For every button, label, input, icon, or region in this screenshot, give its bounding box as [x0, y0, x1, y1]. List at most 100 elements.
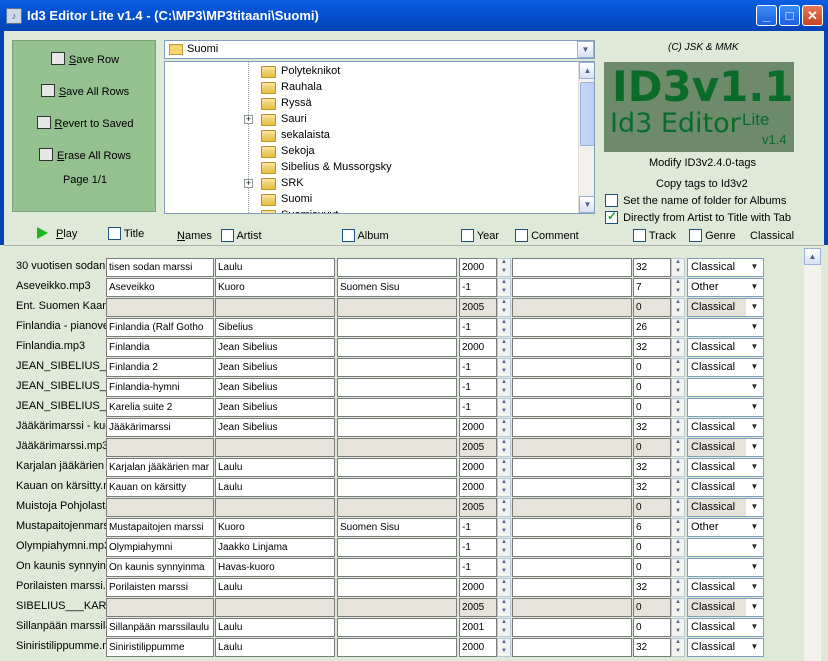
chevron-down-icon[interactable]: ▼: [746, 279, 763, 296]
copy-to-id3v2-link[interactable]: Copy tags to Id3v2: [656, 178, 748, 190]
artist-field[interactable]: Jaakko Linjama: [215, 538, 335, 557]
track-field[interactable]: 0: [633, 298, 671, 317]
album-field[interactable]: Suomen Sisu: [337, 518, 457, 537]
chevron-down-icon[interactable]: ▼: [746, 419, 763, 436]
genre-select[interactable]: Classical ▼: [687, 578, 764, 597]
artist-to-title-option[interactable]: Directly from Artist to Title with Tab: [605, 209, 791, 224]
chevron-down-icon[interactable]: ▼: [746, 539, 763, 556]
comment-field[interactable]: [512, 618, 632, 637]
album-checkbox[interactable]: [342, 229, 355, 242]
track-field[interactable]: 0: [633, 438, 671, 457]
comment-field[interactable]: [512, 318, 632, 337]
expand-icon[interactable]: +: [244, 115, 253, 124]
title-field[interactable]: Jääkärimarssi: [106, 418, 214, 437]
chevron-down-icon[interactable]: ▼: [746, 639, 763, 656]
album-field[interactable]: [337, 458, 457, 477]
year-spinner[interactable]: [497, 458, 511, 477]
artist-field[interactable]: [215, 598, 335, 617]
album-field[interactable]: [337, 598, 457, 617]
year-spinner[interactable]: [497, 258, 511, 277]
year-spinner[interactable]: [497, 638, 511, 657]
comment-checkbox[interactable]: [515, 229, 528, 242]
album-field[interactable]: [337, 378, 457, 397]
title-field[interactable]: Finlandia-hymni: [106, 378, 214, 397]
maximize-button[interactable]: □: [779, 5, 800, 26]
tree-item[interactable]: Sekoja: [165, 144, 577, 160]
album-field[interactable]: [337, 258, 457, 277]
track-spinner[interactable]: [671, 398, 685, 417]
title-field[interactable]: [106, 298, 214, 317]
genre-select[interactable]: Classical ▼: [687, 258, 764, 277]
chevron-down-icon[interactable]: ▼: [746, 319, 763, 336]
genre-checkbox[interactable]: [689, 229, 702, 242]
chevron-down-icon[interactable]: ▼: [746, 499, 763, 516]
chevron-down-icon[interactable]: ▼: [746, 459, 763, 476]
genre-select[interactable]: Classical ▼: [687, 438, 764, 457]
album-field[interactable]: [337, 398, 457, 417]
year-field[interactable]: 2000: [459, 418, 497, 437]
album-field[interactable]: [337, 618, 457, 637]
title-checkbox[interactable]: [108, 227, 121, 240]
artist-field[interactable]: Kuoro: [215, 278, 335, 297]
tree-item[interactable]: + Sauri: [165, 112, 577, 128]
track-spinner[interactable]: [671, 458, 685, 477]
track-spinner[interactable]: [671, 538, 685, 557]
scroll-thumb[interactable]: [580, 82, 594, 146]
year-spinner[interactable]: [497, 338, 511, 357]
track-spinner[interactable]: [671, 378, 685, 397]
track-spinner[interactable]: [671, 578, 685, 597]
artist-field[interactable]: Kuoro: [215, 518, 335, 537]
track-spinner[interactable]: [671, 418, 685, 437]
track-field[interactable]: 32: [633, 578, 671, 597]
chevron-down-icon[interactable]: ▼: [746, 339, 763, 356]
year-field[interactable]: -1: [459, 398, 497, 417]
title-field[interactable]: [106, 598, 214, 617]
save-all-rows-button[interactable]: Save All Rows: [13, 81, 157, 103]
year-spinner[interactable]: [497, 398, 511, 417]
year-spinner[interactable]: [497, 478, 511, 497]
track-field[interactable]: 32: [633, 418, 671, 437]
chevron-down-icon[interactable]: ▼: [746, 259, 763, 276]
genre-select[interactable]: Classical ▼: [687, 598, 764, 617]
erase-all-rows-button[interactable]: Erase All Rows: [13, 145, 157, 167]
revert-to-saved-button[interactable]: Revert to Saved: [13, 113, 157, 135]
play-button[interactable]: Play: [37, 227, 77, 240]
track-field[interactable]: 7: [633, 278, 671, 297]
artist-field[interactable]: Laulu: [215, 638, 335, 657]
genre-select[interactable]: Classical ▼: [687, 638, 764, 657]
comment-field[interactable]: [512, 438, 632, 457]
artist-field[interactable]: Laulu: [215, 618, 335, 637]
album-field[interactable]: [337, 418, 457, 437]
comment-field[interactable]: [512, 638, 632, 657]
year-field[interactable]: 2000: [459, 638, 497, 657]
comment-field[interactable]: [512, 598, 632, 617]
year-field[interactable]: -1: [459, 278, 497, 297]
year-field[interactable]: 2000: [459, 478, 497, 497]
artist-field[interactable]: Havas-kuoro: [215, 558, 335, 577]
artist-field[interactable]: Laulu: [215, 478, 335, 497]
comment-field[interactable]: [512, 498, 632, 517]
track-field[interactable]: 32: [633, 258, 671, 277]
title-field[interactable]: Kauan on kärsitty: [106, 478, 214, 497]
genre-select[interactable]: Other ▼: [687, 518, 764, 537]
track-field[interactable]: 0: [633, 358, 671, 377]
modify-id3v2-link[interactable]: Modify ID3v2.4.0-tags: [649, 157, 756, 169]
track-field[interactable]: 0: [633, 538, 671, 557]
artist-field[interactable]: Jean Sibelius: [215, 398, 335, 417]
artist-field[interactable]: [215, 438, 335, 457]
year-spinner[interactable]: [497, 498, 511, 517]
comment-field[interactable]: [512, 558, 632, 577]
genre-column-toggle[interactable]: Genre: [689, 229, 736, 242]
genre-select[interactable]: Classical ▼: [687, 618, 764, 637]
folder-select[interactable]: Suomi ▼: [164, 40, 595, 59]
genre-select[interactable]: Classical ▼: [687, 418, 764, 437]
track-spinner[interactable]: [671, 278, 685, 297]
tree-item[interactable]: Polyteknikot: [165, 64, 577, 80]
title-field[interactable]: Porilaisten marssi: [106, 578, 214, 597]
comment-field[interactable]: [512, 538, 632, 557]
genre-select[interactable]: Other ▼: [687, 278, 764, 297]
minimize-button[interactable]: _: [756, 5, 777, 26]
genre-select[interactable]: ▼: [687, 318, 764, 337]
year-field[interactable]: 2005: [459, 298, 497, 317]
close-button[interactable]: ✕: [802, 5, 823, 26]
